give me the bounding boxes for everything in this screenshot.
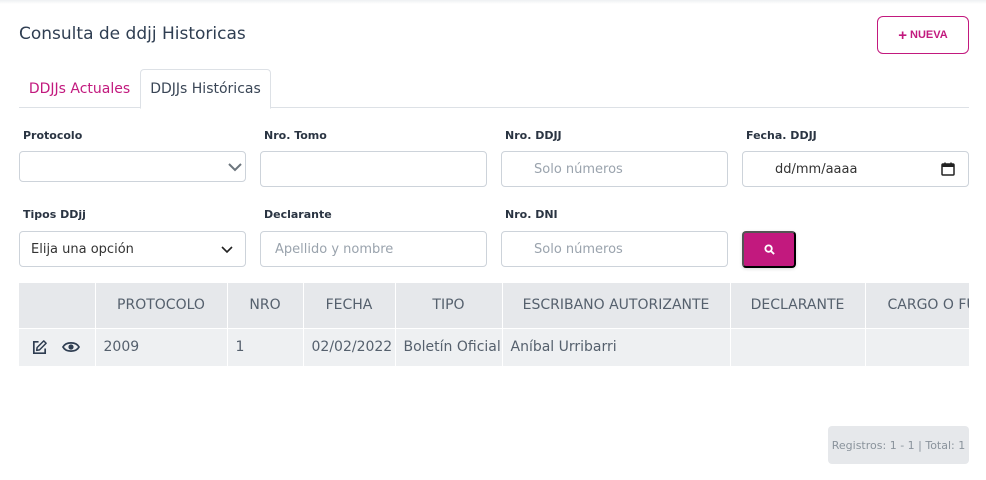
calendar-icon[interactable] — [941, 162, 955, 176]
nro-ddjj-placeholder: Solo números — [534, 161, 623, 177]
nueva-button[interactable]: + NUEVA — [877, 16, 969, 54]
nro-dni-input[interactable]: Solo números — [501, 231, 728, 267]
col-header-protocolo[interactable]: PROTOCOLO — [95, 283, 228, 328]
chevron-down-icon — [221, 246, 233, 254]
col-header-nro[interactable]: NRO — [227, 283, 304, 328]
nro-dni-placeholder: Solo números — [534, 241, 623, 257]
nro-tomo-label: Nro. Tomo — [264, 129, 327, 142]
eye-icon[interactable] — [62, 340, 81, 354]
plus-icon: + — [898, 26, 908, 44]
tab-bar: DDJJs Actuales DDJJs Históricas — [19, 69, 969, 109]
protocolo-select[interactable] — [19, 151, 246, 182]
results-table: PROTOCOLO NRO FECHA TIPO ESCRIBANO AUTOR… — [19, 283, 969, 368]
col-header-fecha[interactable]: FECHA — [303, 283, 396, 328]
cell-tipo: Boletín Oficial — [395, 327, 503, 366]
col-header-actions — [19, 283, 96, 328]
tab-ddjjs-historicas[interactable]: DDJJs Históricas — [140, 69, 271, 109]
table-header-row: PROTOCOLO NRO FECHA TIPO ESCRIBANO AUTOR… — [19, 283, 969, 328]
top-shadow — [0, 0, 986, 4]
declarante-input[interactable]: Apellido y nombre — [260, 231, 487, 267]
cell-fecha: 02/02/2022 — [303, 327, 396, 366]
tab-ddjjs-actuales[interactable]: DDJJs Actuales — [19, 69, 140, 108]
cell-protocolo: 2009 — [95, 327, 228, 366]
edit-icon[interactable] — [31, 339, 48, 356]
cell-nro: 1 — [227, 327, 304, 366]
row-actions — [19, 327, 96, 366]
fecha-ddjj-input[interactable]: dd/mm/aaaa — [742, 151, 969, 187]
col-header-declarante[interactable]: DECLARANTE — [730, 283, 866, 328]
fecha-ddjj-label: Fecha. DDJJ — [746, 129, 817, 142]
col-header-cargo[interactable]: CARGO O FU — [865, 283, 969, 328]
cell-declarante — [730, 327, 866, 366]
col-header-escribano[interactable]: ESCRIBANO AUTORIZANTE — [502, 283, 731, 328]
tipos-ddjj-select[interactable]: Elija una opción — [19, 231, 246, 267]
pagination-info: Registros: 1 - 1 | Total: 1 — [828, 426, 969, 464]
table-row: 2009 1 02/02/2022 Boletín Oficial Aníbal… — [19, 327, 969, 366]
declarante-placeholder: Apellido y nombre — [275, 241, 394, 257]
protocolo-label: Protocolo — [23, 129, 83, 142]
search-icon — [763, 244, 775, 255]
nueva-button-label: NUEVA — [910, 29, 948, 41]
nro-ddjj-label: Nro. DDJJ — [505, 129, 562, 142]
tipos-ddjj-label: Tipos DDjj — [23, 208, 86, 221]
nro-tomo-input[interactable] — [260, 151, 487, 187]
fecha-ddjj-value: dd/mm/aaaa — [775, 161, 858, 177]
chevron-down-icon — [228, 163, 242, 172]
cell-escribano: Aníbal Urribarri — [502, 327, 731, 366]
cell-cargo — [865, 327, 969, 366]
tipos-ddjj-value: Elija una opción — [31, 241, 134, 257]
page-title: Consulta de ddjj Historicas — [19, 24, 246, 44]
nro-dni-label: Nro. DNI — [505, 208, 558, 221]
search-button[interactable] — [742, 231, 796, 268]
nro-ddjj-input[interactable]: Solo números — [501, 151, 728, 187]
col-header-tipo[interactable]: TIPO — [395, 283, 503, 328]
declarante-label: Declarante — [264, 208, 332, 221]
